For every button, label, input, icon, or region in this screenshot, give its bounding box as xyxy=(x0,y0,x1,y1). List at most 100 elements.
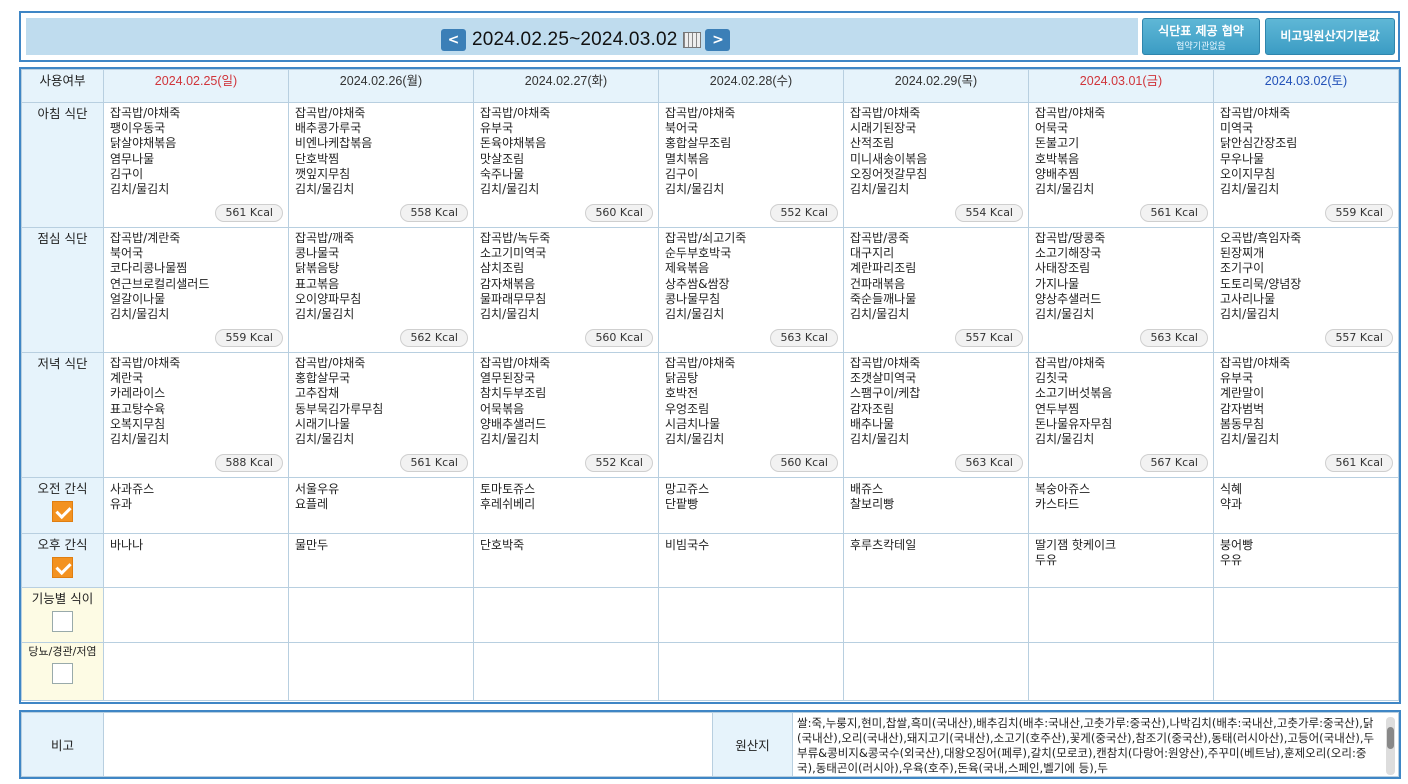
next-week-button[interactable]: > xyxy=(705,29,731,51)
kcal-badge: 567 Kcal xyxy=(1140,454,1208,472)
special-diet-cell[interactable] xyxy=(473,642,659,701)
special-diet-cell[interactable] xyxy=(658,587,844,643)
snack-list: 망고쥬스 단팥빵 xyxy=(659,478,843,516)
snack-cell[interactable]: 비빔국수 xyxy=(658,533,844,588)
menu-item: 김치/물김치 xyxy=(295,432,355,447)
special-diet-cell[interactable] xyxy=(843,642,1029,701)
kcal-badge: 558 Kcal xyxy=(400,204,468,222)
meal-cell[interactable]: 잡곡밥/야채죽 시래기된장국 산적조림 미니새송이볶음 오징어젓갈무침 김치/물김치 554… xyxy=(843,102,1029,228)
meal-cell[interactable]: 잡곡밥/야채죽 조갯살미역국 스팸구이/케찹 감자조림 배추나물 김치/물김치 563 Kc… xyxy=(843,352,1029,478)
meal-cell[interactable]: 잡곡밥/야채죽 배추콩가루국 비엔나케찹볶음 단호박찜 깻잎지무침 김치/물김치 558 K… xyxy=(288,102,474,228)
meal-cell[interactable]: 잡곡밥/야채죽 팽이우동국 닭살야채볶음 염무나물 김구이 김치/물김치 561 Kcal xyxy=(103,102,289,228)
special-diet-cell[interactable] xyxy=(473,587,659,643)
meal-row-label: 저녁 식단 xyxy=(21,352,104,478)
special-diet-cell[interactable] xyxy=(288,587,474,643)
special-diet-cell[interactable] xyxy=(843,587,1029,643)
meal-cell[interactable]: 잡곡밥/야채죽 북어국 홍합살무조림 멸치볶음 김구이 김치/물김치 552 Kcal xyxy=(658,102,844,228)
meal-cell[interactable]: 잡곡밥/야채죽 김칫국 소고기버섯볶음 연두부찜 돈나물유자무침 김치/물김치 567 Kc… xyxy=(1028,352,1214,478)
menu-item: 잡곡밥/야채죽 xyxy=(665,106,736,120)
meal-cell[interactable]: 잡곡밥/야채죽 미역국 닭안심간장조림 무우나물 오이지무침 김치/물김치 559 Kcal xyxy=(1213,102,1399,228)
special-diet-cell[interactable] xyxy=(1213,642,1399,701)
menu-list: 잡곡밥/쇠고기죽 순두부호박국 제육볶음 상추쌈&쌈장 콩나물무침 김치/물김치 563 K… xyxy=(659,228,843,352)
kcal-badge: 561 Kcal xyxy=(400,454,468,472)
meal-cell[interactable]: 잡곡밥/야채죽 계란국 카레라이스 표고탕수육 오복지무침 김치/물김치 588 Kcal xyxy=(103,352,289,478)
menu-item: 감자조림 xyxy=(850,401,895,416)
use-checkbox[interactable] xyxy=(52,501,73,522)
snack-cell[interactable]: 바나나 xyxy=(103,533,289,588)
snack-cell[interactable]: 단호박죽 xyxy=(473,533,659,588)
snack-cell[interactable]: 서울우유 요플레 xyxy=(288,477,474,534)
snack-cell[interactable]: 후루츠칵테일 xyxy=(843,533,1029,588)
use-checkbox[interactable] xyxy=(52,663,73,684)
meal-cell[interactable]: 잡곡밥/야채죽 홍합살무국 고추잡채 동부묵김가루무침 시래기나물 김치/물김치 561 K… xyxy=(288,352,474,478)
menu-item: 잡곡밥/땅콩죽 xyxy=(1035,231,1106,245)
use-checkbox[interactable] xyxy=(52,557,73,578)
meal-cell[interactable]: 잡곡밥/야채죽 어묵국 돈불고기 호박볶음 양배추찜 김치/물김치 561 Kcal xyxy=(1028,102,1214,228)
meal-row: 아침 식단 잡곡밥/야채죽 팽이우동국 닭살야채볶음 염무나물 김구이 김치/물김치 561 … xyxy=(21,102,1399,228)
calendar-icon[interactable] xyxy=(683,32,702,48)
meal-cell[interactable]: 잡곡밥/야채죽 유부국 돈육야채볶음 맛살조림 숙주나물 김치/물김치 560 Kcal xyxy=(473,102,659,228)
meal-cell[interactable]: 잡곡밥/야채죽 닭곰탕 호박전 우엉조림 시금치나물 김치/물김치 560 Kcal xyxy=(658,352,844,478)
snack-cell[interactable]: 토마토쥬스 후레쉬베리 xyxy=(473,477,659,534)
menu-item: 물파래무무침 xyxy=(480,291,547,306)
snack-item: 두유 xyxy=(1035,553,1058,567)
menu-item: 무우나물 xyxy=(1220,151,1265,166)
snack-item: 망고쥬스 xyxy=(665,482,710,496)
scrollbar-thumb[interactable] xyxy=(1387,727,1394,749)
menu-item: 계란말이 xyxy=(1220,386,1265,401)
day-header: 2024.02.28(수) xyxy=(658,69,844,103)
origin-scrollbar[interactable] xyxy=(1386,717,1395,775)
menu-item: 어묵국 xyxy=(1035,121,1069,136)
day-header: 2024.02.27(화) xyxy=(473,69,659,103)
snack-cell[interactable]: 물만두 xyxy=(288,533,474,588)
special-diet-row: 당뇨/경관/저염 xyxy=(21,642,1399,701)
meal-cell[interactable]: 오곡밥/흑임자죽 된장찌개 조기구이 도토리묵/양념장 고사리나물 김치/물김치 557 K… xyxy=(1213,227,1399,353)
kcal-badge: 559 Kcal xyxy=(1325,204,1393,222)
menu-item: 김치/물김치 xyxy=(110,182,170,197)
special-diet-cell[interactable] xyxy=(288,642,474,701)
menu-item: 감자채볶음 xyxy=(480,276,536,291)
meal-cell[interactable]: 잡곡밥/쇠고기죽 순두부호박국 제육볶음 상추쌈&쌈장 콩나물무침 김치/물김치 563 K… xyxy=(658,227,844,353)
meal-agreement-button[interactable]: 식단표 제공 협약 협약기관없음 xyxy=(1142,18,1260,55)
origin-textarea[interactable]: 쌀:죽,누룽지,현미,찹쌀,흑미(국내산),배추김치(배추:국내산,고춧가루:중… xyxy=(792,712,1399,777)
snack-cell[interactable]: 배쥬스 찰보리빵 xyxy=(843,477,1029,534)
kcal-badge: 557 Kcal xyxy=(1325,329,1393,347)
meal-plan-table: 사용여부 2024.02.25(일) 2024.02.26(월) 2024.02.2… xyxy=(21,69,1399,701)
meal-row-label: 점심 식단 xyxy=(21,227,104,353)
use-checkbox[interactable] xyxy=(52,611,73,632)
special-diet-cell[interactable] xyxy=(1213,587,1399,643)
snack-cell[interactable]: 붕어빵 우유 xyxy=(1213,533,1399,588)
special-diet-cell[interactable] xyxy=(1028,587,1214,643)
meal-cell[interactable]: 잡곡밥/깨죽 콩나물국 닭볶음탕 표고볶음 오이양파무침 김치/물김치 562 Kcal xyxy=(288,227,474,353)
snack-cell[interactable]: 식혜 약과 xyxy=(1213,477,1399,534)
special-diet-cell[interactable] xyxy=(103,642,289,701)
date-nav-bar: < 2024.02.25~2024.03.02 > xyxy=(26,18,1138,55)
menu-list: 잡곡밥/야채죽 유부국 돈육야채볶음 맛살조림 숙주나물 김치/물김치 560 Kcal xyxy=(474,103,658,227)
notes-origin-defaults-button[interactable]: 비고및원산지기본값 xyxy=(1265,18,1395,55)
menu-item: 죽순들깨나물 xyxy=(850,291,917,306)
meal-cell[interactable]: 잡곡밥/야채죽 열무된장국 참치두부조림 어묵볶음 양배추샐러드 김치/물김치 552 Kc… xyxy=(473,352,659,478)
menu-item: 잡곡밥/야채죽 xyxy=(850,106,921,120)
meal-cell[interactable]: 잡곡밥/계란죽 북어국 코다리콩나물찜 연근브로컬리샐러드 얼갈이나물 김치/물김치 559… xyxy=(103,227,289,353)
kcal-badge: 552 Kcal xyxy=(585,454,653,472)
meal-cell[interactable]: 잡곡밥/야채죽 유부국 계란말이 감자범벅 봄동무침 김치/물김치 561 Kcal xyxy=(1213,352,1399,478)
notes-input[interactable] xyxy=(103,712,713,777)
special-diet-cell[interactable] xyxy=(103,587,289,643)
snack-cell[interactable]: 딸기잼 핫케이크 두유 xyxy=(1028,533,1214,588)
menu-list: 오곡밥/흑임자죽 된장찌개 조기구이 도토리묵/양념장 고사리나물 김치/물김치 557 K… xyxy=(1214,228,1398,352)
special-diet-cell[interactable] xyxy=(1028,642,1214,701)
snack-cell[interactable]: 사과쥬스 유과 xyxy=(103,477,289,534)
meal-cell[interactable]: 잡곡밥/콩죽 대구지리 계란파리조림 건파래볶음 죽순들깨나물 김치/물김치 557 Kca… xyxy=(843,227,1029,353)
prev-week-button[interactable]: < xyxy=(441,29,466,51)
special-diet-label: 당뇨/경관/저염 xyxy=(21,642,104,701)
snack-item: 바나나 xyxy=(110,538,144,552)
snack-list: 식혜 약과 xyxy=(1214,478,1398,516)
snack-cell[interactable]: 망고쥬스 단팥빵 xyxy=(658,477,844,534)
menu-item: 제육볶음 xyxy=(665,261,710,276)
meal-cell[interactable]: 잡곡밥/녹두죽 소고기미역국 삼치조림 감자채볶음 물파래무무침 김치/물김치 560 Kc… xyxy=(473,227,659,353)
special-diet-cell[interactable] xyxy=(658,642,844,701)
meal-cell[interactable]: 잡곡밥/땅콩죽 소고기해장국 사태장조림 가지나물 양상추샐러드 김치/물김치 563 Kc… xyxy=(1028,227,1214,353)
snack-cell[interactable]: 복숭아쥬스 카스타드 xyxy=(1028,477,1214,534)
snack-list: 단호박죽 xyxy=(474,534,658,557)
menu-item: 김치/물김치 xyxy=(1220,432,1280,447)
